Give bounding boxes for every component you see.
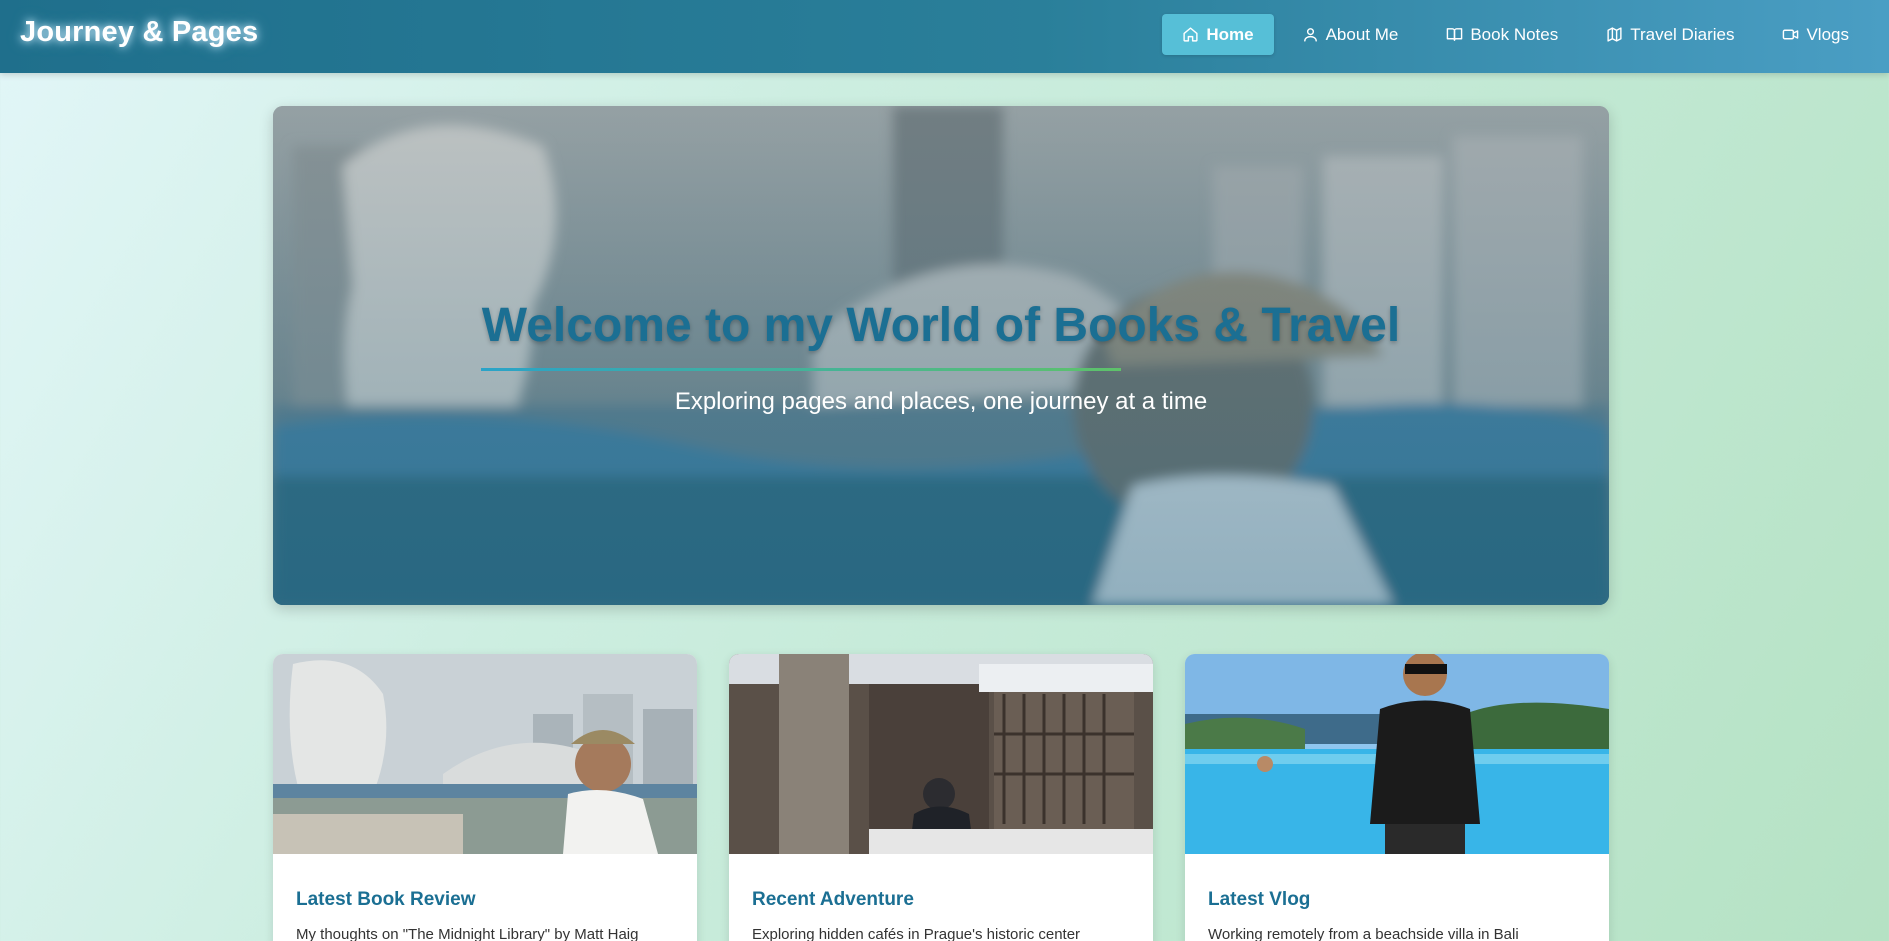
card-image-book-review — [273, 654, 697, 854]
map-icon — [1607, 27, 1622, 42]
nav-home-label: Home — [1206, 24, 1254, 44]
nav-about-me[interactable]: About Me — [1282, 14, 1419, 55]
nav-book-notes[interactable]: Book Notes — [1426, 14, 1578, 55]
user-icon — [1303, 28, 1317, 42]
nav-book-notes-label: Book Notes — [1470, 24, 1559, 44]
card-title[interactable]: Latest Book Review — [296, 889, 476, 911]
site-logo[interactable]: Journey & Pages — [20, 16, 258, 49]
hero-divider — [481, 368, 1121, 371]
card-title[interactable]: Latest Vlog — [1208, 889, 1310, 911]
home-icon — [1183, 27, 1198, 42]
hero-overlay — [273, 106, 1609, 605]
card-description: Exploring hidden cafés in Prague's histo… — [752, 926, 1081, 941]
card-latest-vlog[interactable]: Latest Vlog Working remotely from a beac… — [1185, 654, 1609, 941]
nav-vlogs-label: Vlogs — [1806, 24, 1849, 44]
card-book-review[interactable]: Latest Book Review My thoughts on "The M… — [273, 654, 697, 941]
card-description: My thoughts on "The Midnight Library" by… — [296, 926, 639, 941]
hero-title: Welcome to my World of Books & Travel — [481, 299, 1401, 352]
card-description: Working remotely from a beachside villa … — [1208, 926, 1519, 941]
card-title[interactable]: Recent Adventure — [752, 889, 914, 911]
nav-home[interactable]: Home — [1162, 14, 1274, 55]
card-recent-adventure[interactable]: Recent Adventure Exploring hidden cafés … — [729, 654, 1153, 941]
video-icon — [1783, 29, 1799, 40]
card-image-latest-vlog — [1185, 654, 1609, 854]
card-image-recent-adventure — [729, 654, 1153, 854]
site-header: Journey & Pages Home About Me Book Notes… — [0, 0, 1889, 73]
book-open-icon — [1447, 28, 1463, 41]
hero-subtitle: Exploring pages and places, one journey … — [674, 388, 1208, 415]
nav-about-me-label: About Me — [1325, 24, 1399, 44]
nav-travel-diaries[interactable]: Travel Diaries — [1586, 14, 1754, 55]
hero-banner: Welcome to my World of Books & Travel Ex… — [273, 106, 1609, 605]
nav-vlogs[interactable]: Vlogs — [1762, 14, 1869, 55]
main-nav: Home About Me Book Notes Travel Diaries … — [1162, 14, 1869, 55]
nav-travel-diaries-label: Travel Diaries — [1630, 24, 1735, 44]
